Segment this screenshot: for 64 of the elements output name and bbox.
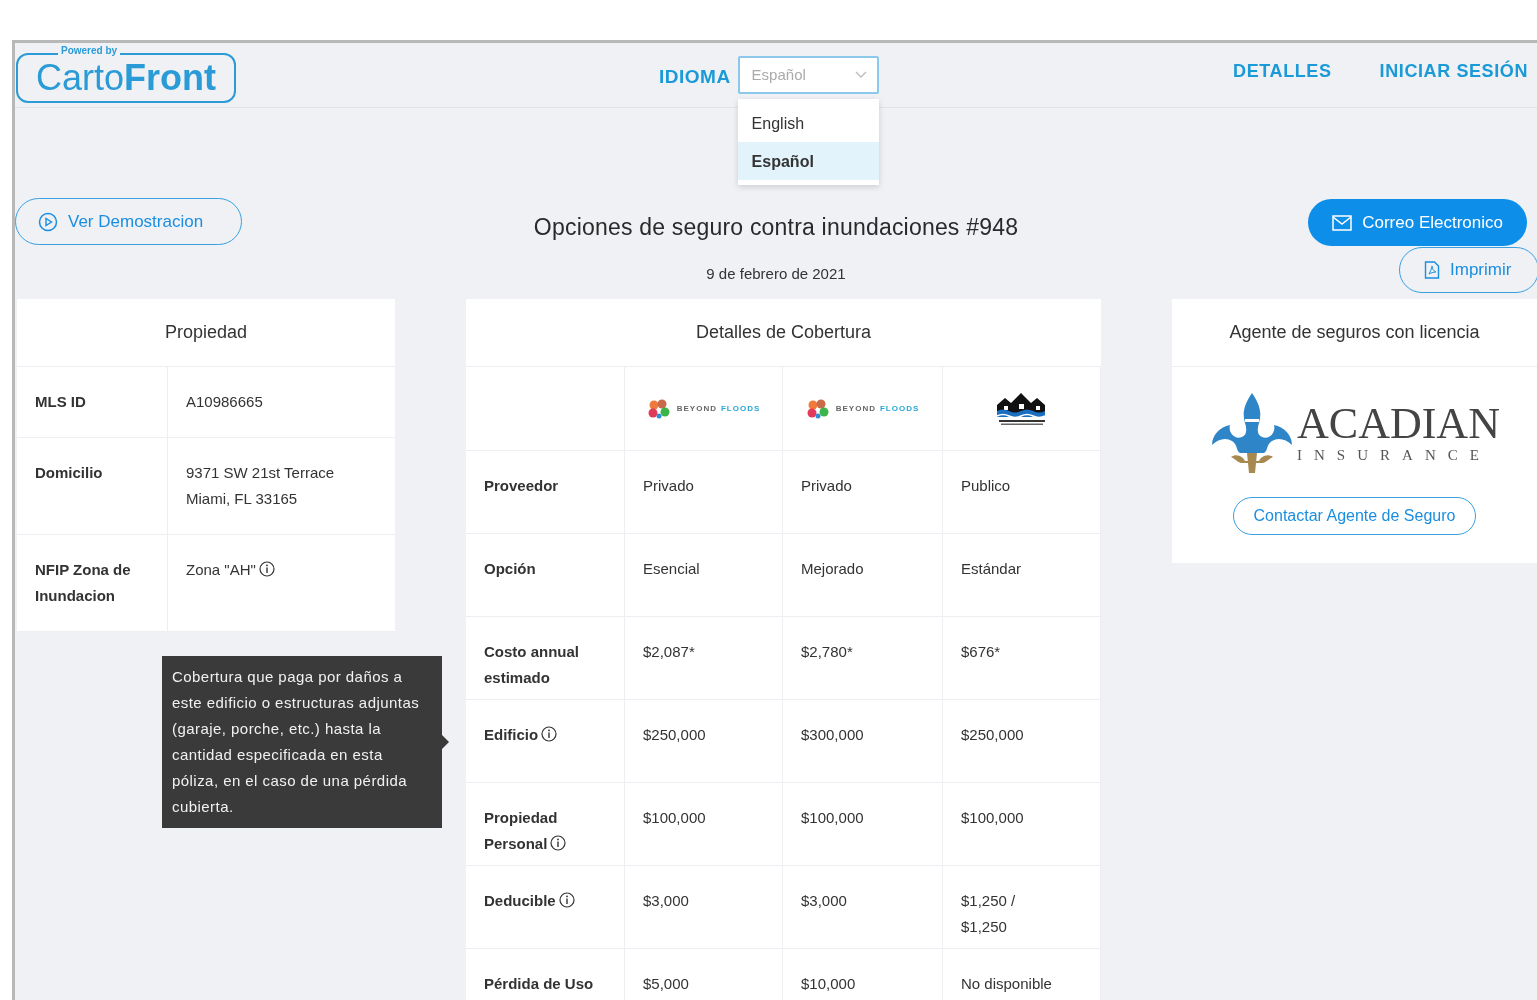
email-button[interactable]: Correo Electronico — [1308, 199, 1527, 246]
tooltip-pointer-icon — [442, 735, 449, 749]
tooltip: Cobertura que paga por daños a este edificio o estructuras adjuntas (garaje, porche, etc.) hasta la cantidad especificada en esta póliza, en el caso de una pérdida cubierta. — [162, 656, 442, 828]
table-cell: $3,000 — [643, 892, 689, 909]
table-cell: $2,087* — [643, 643, 695, 660]
info-icon — [550, 835, 567, 851]
pdf-file-icon — [1424, 261, 1440, 279]
table-cell: Estándar — [961, 560, 1022, 577]
row-label: Opción — [484, 560, 536, 577]
row-label: MLS ID — [35, 393, 86, 410]
table-cell: $10,000 — [801, 975, 856, 992]
page-title: Opciones de seguro contra inundaciones #948 — [532, 213, 1020, 242]
logo-text: FLOODS — [879, 402, 920, 415]
row-value: Zona "AH" — [186, 561, 256, 578]
report-date: 9 de febrero de 2021 — [705, 263, 847, 284]
table-cell: $3,000 — [801, 892, 847, 909]
logo-wordmark: CartoFront — [36, 60, 216, 96]
card-title: Propiedad — [17, 299, 395, 367]
logo-text: FLOODS — [720, 402, 761, 415]
table-cell: No disponible — [961, 975, 1052, 992]
row-label: NFIP Zona de Inundacion — [35, 561, 131, 604]
row-label: Propiedad Personal — [484, 809, 558, 852]
logo-text: BEYOND — [835, 402, 876, 415]
table-cell: Mejorado — [801, 560, 864, 577]
table-cell: $2,780* — [801, 643, 853, 660]
table-cell: $100,000 — [643, 809, 706, 826]
row-label: Edificio — [484, 726, 539, 743]
row-label: Proveedor — [484, 477, 559, 494]
chevron-down-icon — [854, 71, 867, 79]
info-icon — [558, 892, 575, 908]
row-label: Costo annual estimado — [484, 643, 579, 686]
dropdown-option[interactable]: English — [737, 104, 879, 142]
logo-text: BEYOND — [676, 402, 717, 415]
table-cell: $100,000 — [801, 809, 864, 826]
table-cell: $5,000 — [643, 975, 689, 992]
logo-wordmark: ACADIAN — [1297, 402, 1500, 446]
row-label: Domicilio — [35, 464, 103, 481]
info-icon — [541, 726, 558, 742]
mail-icon — [1332, 214, 1353, 231]
table-cell: Publico — [961, 477, 1011, 494]
play-circle-icon — [38, 211, 58, 232]
card-title: Agente de seguros con licencia — [1172, 299, 1537, 367]
table-cell: Esencial — [643, 560, 700, 577]
logo-subtitle: INSURANCE — [1297, 446, 1492, 464]
logo-tagline: Powered by — [58, 46, 121, 56]
table-cell: $250,000 — [643, 726, 706, 743]
table-cell: Privado — [643, 477, 694, 494]
table-cell: $1,250 / $1,250 — [961, 892, 1016, 935]
row-label: Pérdida de Uso — [484, 975, 594, 992]
row-value: A10986665 — [186, 393, 263, 410]
card-title: Detalles de Cobertura — [466, 299, 1101, 367]
language-select[interactable]: Español — [737, 56, 879, 94]
row-value: 9371 SW 21st Terrace Miami, FL 33165 — [186, 464, 335, 507]
nav-link[interactable]: DETALLES — [1233, 57, 1332, 85]
nav-link[interactable]: INICIAR SESIÓN — [1379, 57, 1528, 85]
table-cell: $250,000 — [961, 726, 1024, 743]
dropdown-option[interactable]: Español — [737, 142, 879, 180]
table-cell: $300,000 — [801, 726, 864, 743]
table-cell: Privado — [801, 477, 852, 494]
table-cell: $676* — [961, 643, 1001, 660]
language-label: IDIOMA — [659, 64, 731, 89]
row-label: Deducible — [484, 892, 556, 909]
table-cell: $100,000 — [961, 809, 1024, 826]
info-icon — [258, 561, 275, 577]
